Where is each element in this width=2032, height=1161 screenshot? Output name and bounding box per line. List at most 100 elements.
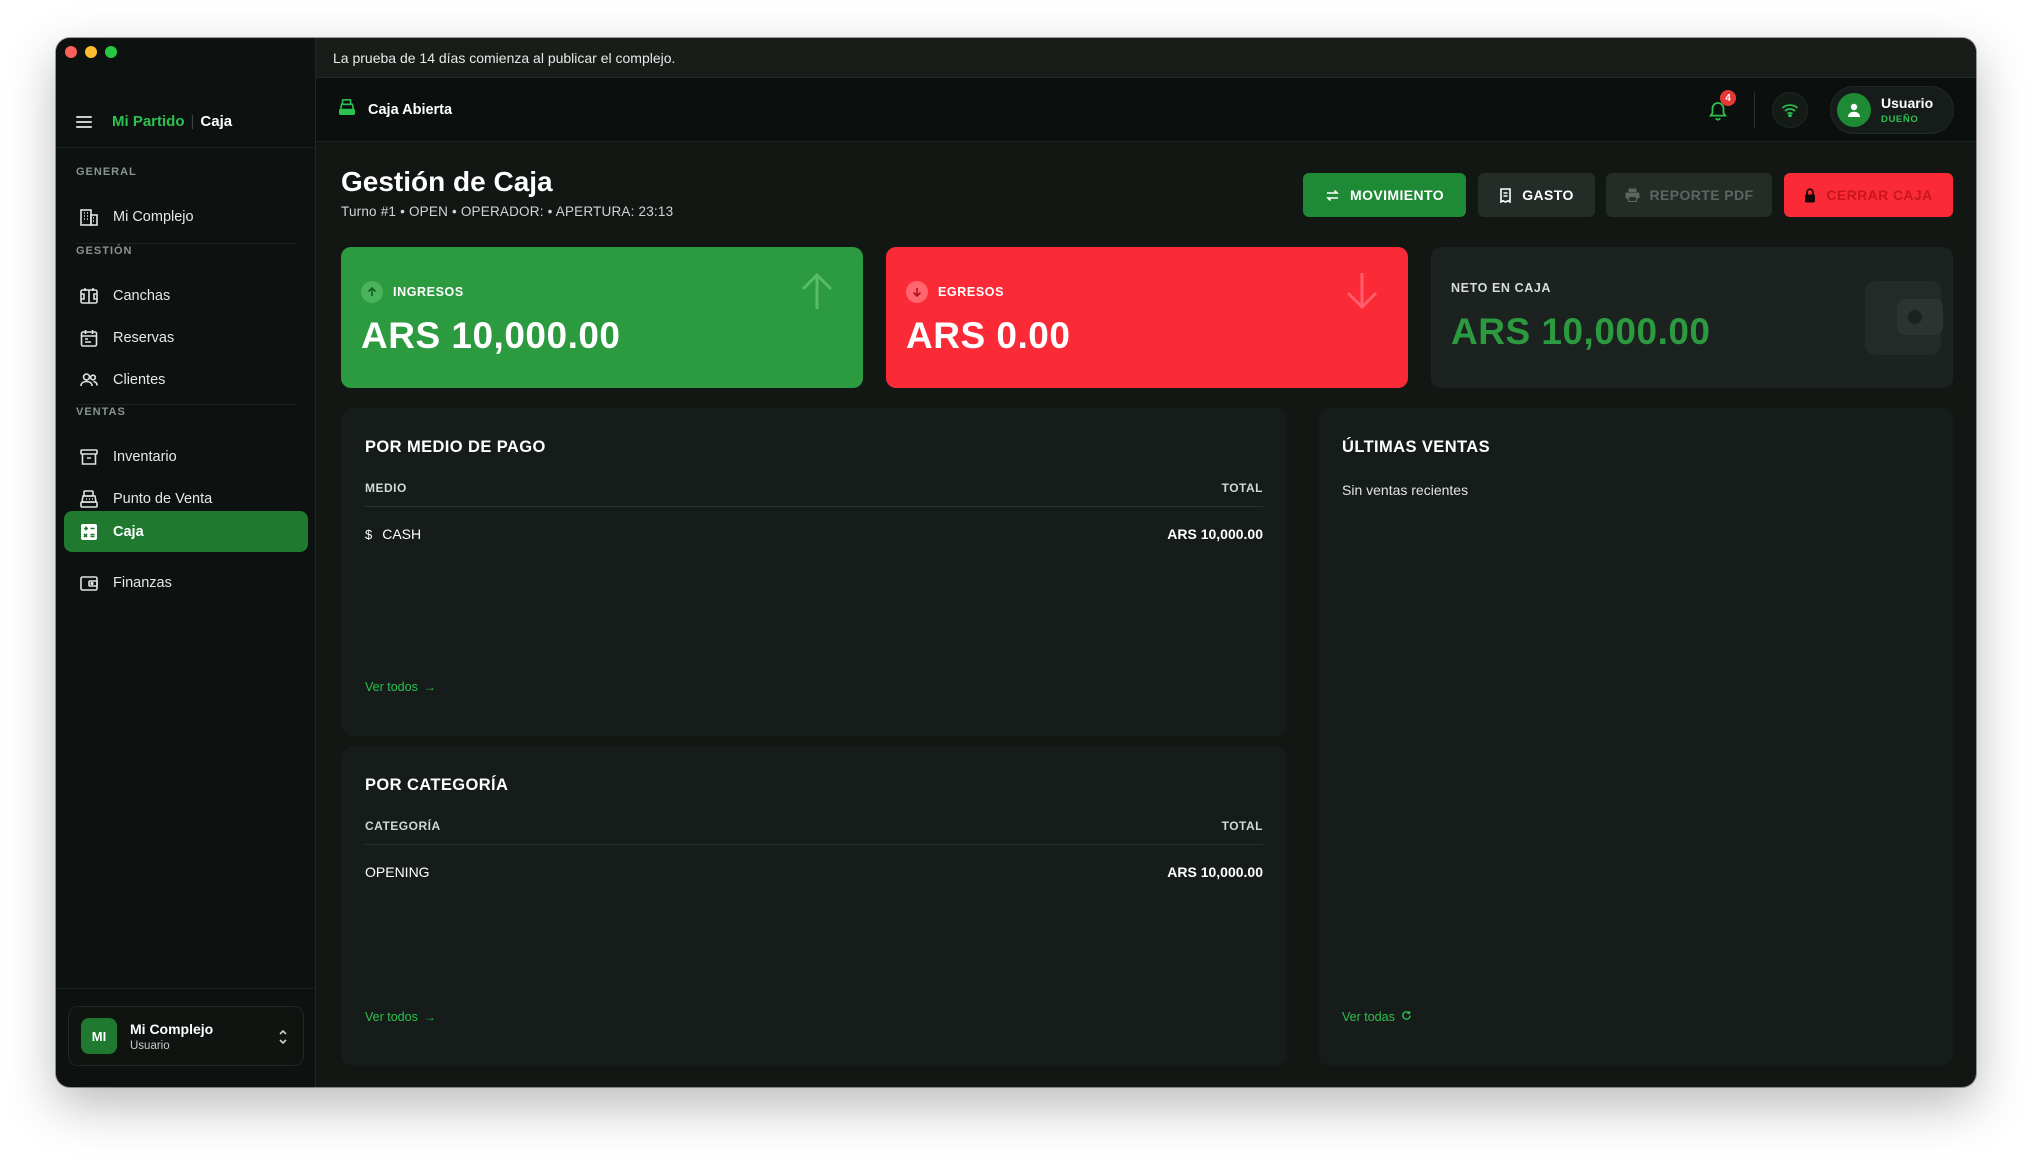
payment-method-name: CASH <box>382 526 422 542</box>
building-icon <box>78 206 100 228</box>
table-row: OPENING <box>365 864 430 880</box>
menu-icon[interactable] <box>76 115 92 128</box>
neto-card: NETO EN CAJA ARS 10,000.00 <box>1431 247 1953 388</box>
breadcrumb-current: Caja <box>200 113 233 130</box>
sidebar-item-label: Inventario <box>113 449 177 465</box>
connection-status-button[interactable] <box>1772 92 1808 128</box>
chevron-up-down-icon <box>279 1029 287 1045</box>
trial-banner: La prueba de 14 días comienza al publica… <box>316 38 1976 78</box>
ver-todos-link[interactable]: Ver todos → <box>365 1010 436 1024</box>
cash-register-icon <box>78 488 100 510</box>
reporte-pdf-label: REPORTE PDF <box>1649 187 1754 203</box>
wallet-icon <box>78 572 100 594</box>
reporte-pdf-button[interactable]: REPORTE PDF <box>1606 173 1772 217</box>
user-menu[interactable]: Usuario DUEÑO <box>1830 86 1954 134</box>
archive-icon <box>78 446 100 468</box>
user-icon <box>1848 103 1860 117</box>
complex-name: Mi Complejo <box>130 1020 214 1037</box>
sidebar-item-inventario[interactable]: Inventario <box>64 437 308 477</box>
payment-methods-card: POR MEDIO DE PAGO MEDIO TOTAL $ CASH ARS… <box>341 408 1287 736</box>
sidebar: Mi Partido | Caja GENERAL Mi Complejo GE… <box>56 38 316 1087</box>
sidebar-item-label: Finanzas <box>113 575 172 591</box>
arrow-right-icon: → <box>423 680 436 694</box>
dollar-icon: $ <box>365 526 373 542</box>
court-icon <box>78 285 100 307</box>
section-divider <box>76 404 296 405</box>
empty-state-text: Sin ventas recientes <box>1342 482 1469 498</box>
table-divider <box>365 506 1263 507</box>
ver-todas-link[interactable]: Ver todas <box>1342 1010 1412 1024</box>
users-icon <box>78 369 100 391</box>
sidebar-item-finanzas[interactable]: Finanzas <box>64 563 308 603</box>
column-header-total: TOTAL <box>1221 481 1263 495</box>
column-header-total: TOTAL <box>1221 819 1263 833</box>
complex-switcher[interactable]: MI Mi Complejo Usuario <box>68 1006 304 1066</box>
minimize-window-button[interactable] <box>85 46 97 58</box>
sidebar-item-label: Clientes <box>113 372 166 388</box>
calculator-icon <box>78 521 100 543</box>
sidebar-item-canchas[interactable]: Canchas <box>64 276 308 316</box>
ingresos-label: INGRESOS <box>393 285 464 299</box>
sidebar-item-clientes[interactable]: Clientes <box>64 360 308 400</box>
column-header-categoria: CATEGORÍA <box>365 819 441 833</box>
column-header-medio: MEDIO <box>365 481 407 495</box>
sidebar-footer-divider <box>56 988 316 989</box>
calendar-icon <box>78 327 100 349</box>
sidebar-item-reservas[interactable]: Reservas <box>64 318 308 358</box>
cash-register-icon <box>338 98 356 121</box>
sidebar-item-label: Reservas <box>113 330 175 346</box>
card-title: POR CATEGORÍA <box>365 776 509 794</box>
recent-sales-card: ÚLTIMAS VENTAS Sin ventas recientes Ver … <box>1318 408 1953 1066</box>
wifi-icon <box>1781 104 1799 117</box>
table-divider <box>365 844 1263 845</box>
app-window: Mi Partido | Caja GENERAL Mi Complejo GE… <box>56 38 1976 1087</box>
maximize-window-button[interactable] <box>105 46 117 58</box>
close-window-button[interactable] <box>65 46 77 58</box>
breadcrumb-separator: | <box>190 113 195 130</box>
ingresos-value: ARS 10,000.00 <box>361 315 621 356</box>
trial-banner-text: La prueba de 14 días comienza al publica… <box>333 49 676 66</box>
arrow-up-icon <box>801 272 833 309</box>
gasto-button[interactable]: GASTO <box>1478 173 1595 217</box>
section-label-ventas: VENTAS <box>76 406 126 418</box>
movimiento-button[interactable]: MOVIMIENTO <box>1303 173 1466 217</box>
sidebar-item-label: Canchas <box>113 288 171 304</box>
neto-label: NETO EN CAJA <box>1451 281 1552 295</box>
brand-name[interactable]: Mi Partido <box>112 113 185 130</box>
refresh-icon <box>1401 1010 1412 1024</box>
cerrar-caja-button[interactable]: CERRAR CAJA <box>1784 173 1953 217</box>
egresos-label: EGRESOS <box>938 285 1005 299</box>
card-title: POR MEDIO DE PAGO <box>365 438 546 456</box>
sidebar-item-label: Punto de Venta <box>113 491 213 507</box>
ingresos-card: INGRESOS ARS 10,000.00 <box>341 247 863 388</box>
category-total: ARS 10,000.00 <box>1167 864 1263 880</box>
arrow-right-icon: → <box>423 1010 436 1024</box>
sidebar-item-caja[interactable]: Caja <box>64 511 308 552</box>
header-divider <box>1754 92 1755 128</box>
user-role: DUEÑO <box>1881 114 1919 125</box>
complex-role: Usuario <box>130 1039 170 1052</box>
movimiento-label: MOVIMIENTO <box>1350 187 1444 203</box>
section-divider <box>76 243 296 244</box>
notification-badge: 4 <box>1720 90 1736 106</box>
page-title: Gestión de Caja <box>341 166 553 197</box>
header-title: Caja Abierta <box>368 101 453 118</box>
link-label: Ver todas <box>1342 1010 1395 1024</box>
egresos-value: ARS 0.00 <box>906 315 1071 356</box>
page-subtitle: Turno #1 • OPEN • OPERADOR: • APERTURA: … <box>341 204 674 219</box>
ver-todos-link[interactable]: Ver todos → <box>365 680 436 694</box>
sidebar-header: Mi Partido | Caja <box>56 96 316 148</box>
section-label-gestion: GESTIÓN <box>76 245 133 257</box>
window-controls <box>65 46 117 58</box>
card-title: ÚLTIMAS VENTAS <box>1342 438 1490 456</box>
table-row: $ CASH <box>365 526 421 542</box>
user-avatar <box>1837 93 1871 127</box>
arrow-down-icon <box>906 281 928 303</box>
sidebar-item-mi-complejo[interactable]: Mi Complejo <box>64 197 308 237</box>
ingresos-label-row: INGRESOS <box>361 281 464 303</box>
egresos-card: EGRESOS ARS 0.00 <box>886 247 1408 388</box>
gasto-label: GASTO <box>1522 187 1574 203</box>
printer-icon <box>1625 188 1640 202</box>
sidebar-item-label: Mi Complejo <box>113 209 194 225</box>
arrow-down-icon <box>1346 273 1378 310</box>
